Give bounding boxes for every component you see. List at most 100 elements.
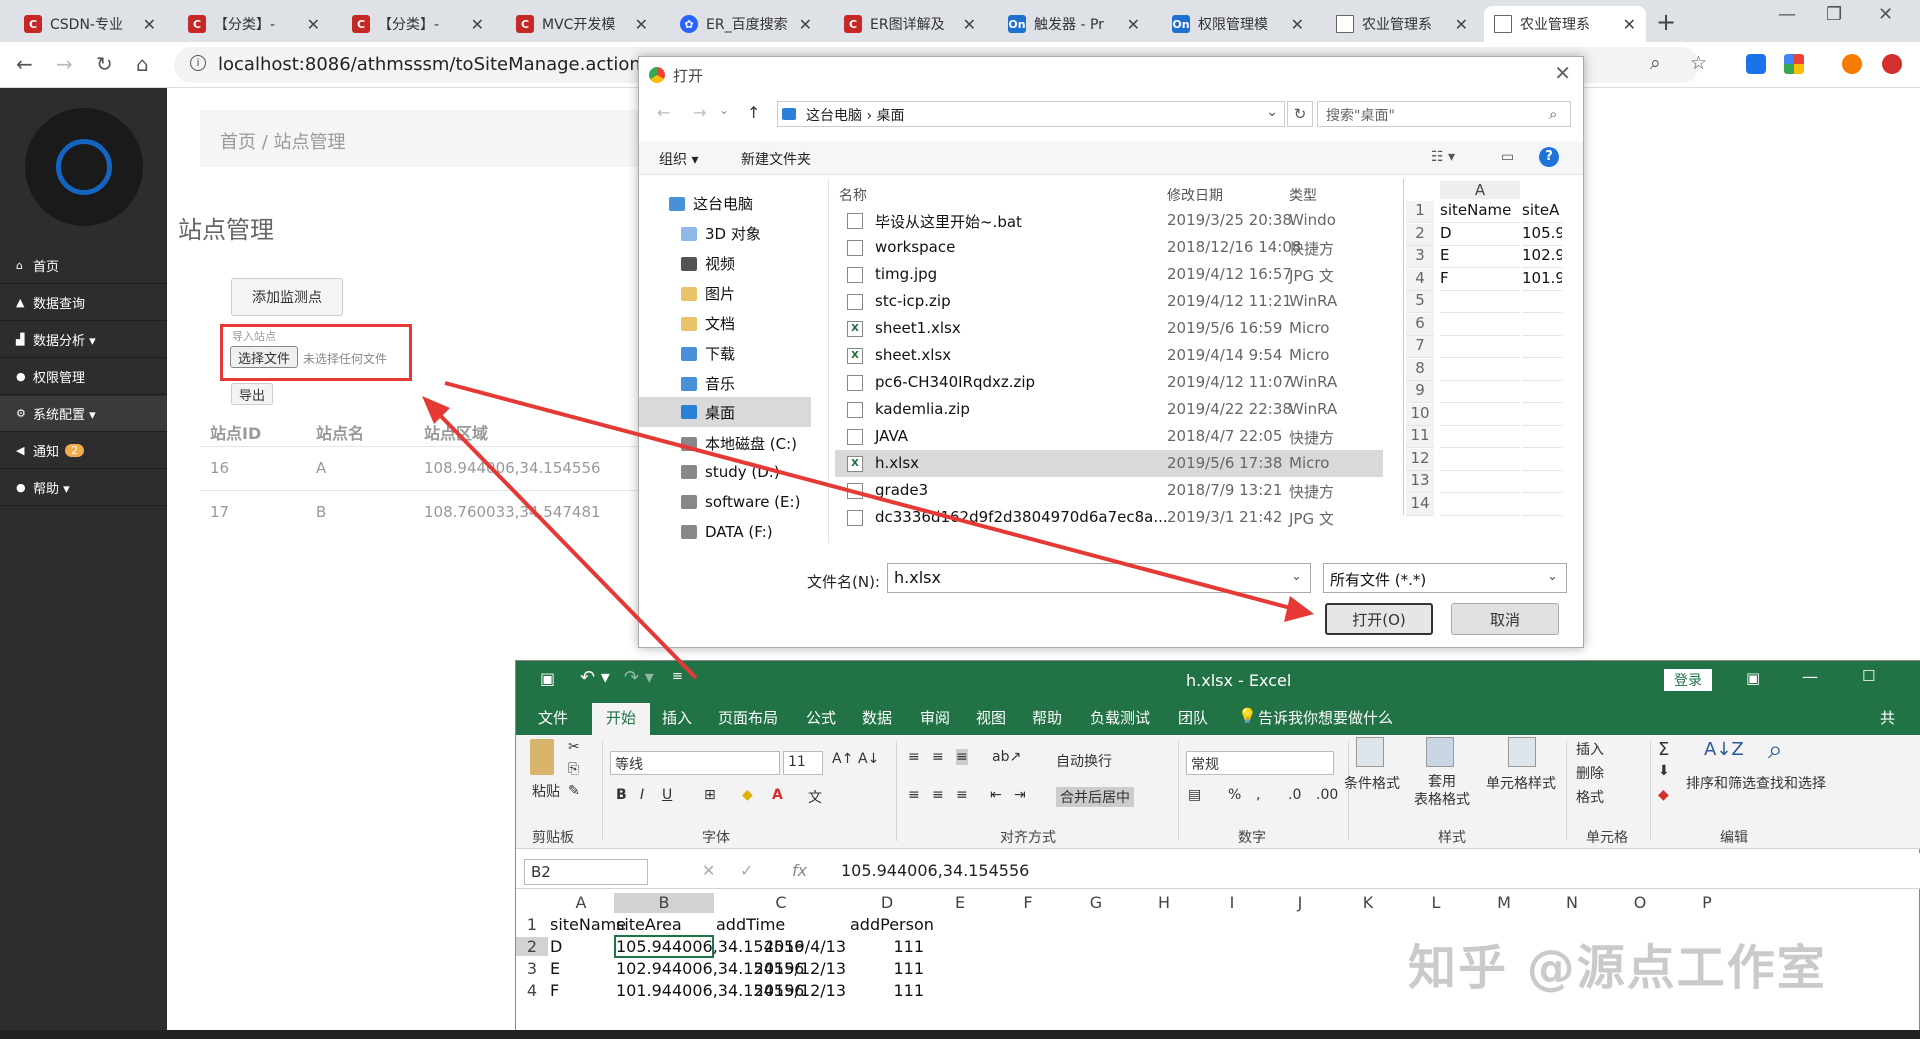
format-painter-icon[interactable]: ✎ [568, 783, 580, 799]
nav-item[interactable]: software (E:) [681, 493, 800, 511]
bold-button[interactable]: B [616, 787, 627, 803]
organize-button[interactable]: 组织 ▾ [659, 149, 698, 169]
confirm-entry-icon[interactable]: ✓ [740, 861, 753, 880]
decrease-decimal-icon[interactable]: .00 [1316, 787, 1338, 803]
open-button[interactable]: 打开(O) [1325, 603, 1433, 635]
sheet-cell[interactable]: 111 [850, 959, 924, 978]
column-header[interactable]: P [1674, 893, 1740, 913]
align-center-icon[interactable]: ≡ [932, 787, 944, 803]
dialog-address-bar[interactable]: 这台电脑 › 桌面 ⌄ [777, 101, 1285, 127]
sidebar-item-data-analysis[interactable]: ▟ 数据分析 ▾ [0, 322, 167, 358]
close-icon[interactable]: ✕ [963, 15, 976, 34]
wrap-text-button[interactable]: 自动换行 [1056, 751, 1112, 771]
find-select-button[interactable]: 查找和选择 [1756, 773, 1826, 793]
close-icon[interactable]: ✕ [1127, 15, 1140, 34]
sidebar-item-data-query[interactable]: ▲ 数据查询 [0, 285, 167, 321]
dialog-search-input[interactable]: 搜索"桌面" [1317, 101, 1571, 127]
new-folder-button[interactable]: 新建文件夹 [741, 149, 811, 169]
percent-button[interactable]: % [1228, 787, 1241, 803]
chevron-down-icon[interactable]: ⌄ [1291, 569, 1302, 584]
sheet-cell[interactable]: siteArea [616, 915, 712, 934]
sheet-cell[interactable]: siteName [550, 915, 626, 934]
up-icon[interactable]: ↑ [747, 103, 760, 122]
preview-pane-icon[interactable]: ▭ [1501, 149, 1514, 165]
browser-tab-active[interactable]: 农业管理系 ✕ [1484, 6, 1646, 42]
column-header[interactable]: K [1334, 893, 1402, 913]
info-icon[interactable]: i [190, 55, 206, 71]
column-header[interactable]: F [994, 893, 1062, 913]
file-row[interactable]: workspace 2018/12/16 14:08 快捷方 [835, 234, 1383, 261]
tell-me-search[interactable]: 告诉我你想要做什么 [1258, 707, 1393, 728]
tab-file[interactable]: 文件 [538, 707, 568, 728]
restore-icon[interactable]: ❐ [1826, 4, 1842, 25]
cell-style-icon[interactable] [1508, 737, 1536, 767]
sidebar-item-system-config[interactable]: ⚙ 系统配置 ▾ [0, 396, 167, 432]
align-middle-icon[interactable]: ≡ [932, 749, 944, 765]
tab-home[interactable]: 开始 [592, 703, 651, 735]
nav-item[interactable]: DATA (F:) [681, 523, 773, 541]
sheet-cell[interactable]: 105.944006,34.154556 [614, 935, 804, 958]
chevron-down-icon[interactable]: ⌄ [1266, 104, 1278, 120]
undo-icon[interactable]: ↶ ▾ [580, 667, 610, 688]
browser-tab[interactable]: C 【分类】- ✕ [178, 6, 330, 42]
column-header[interactable]: A [548, 893, 614, 913]
sheet-cell[interactable]: 2019/12/13 [716, 981, 846, 1000]
clear-icon[interactable]: ◆ [1658, 787, 1669, 803]
align-left-icon[interactable]: ≡ [908, 787, 920, 803]
column-header[interactable]: D [848, 893, 926, 913]
row-header[interactable]: 3 [516, 959, 548, 978]
home-icon[interactable]: ⌂ [136, 52, 149, 76]
browser-tab[interactable]: C 【分类】- ✕ [342, 6, 494, 42]
file-row[interactable]: kademlia.zip 2019/4/22 22:38 WinRA [835, 396, 1383, 423]
sheet-cell[interactable]: 2019/4/13 [716, 937, 846, 956]
close-icon[interactable]: ✕ [1291, 15, 1304, 34]
browser-tab[interactable]: C MVC开发模 ✕ [506, 6, 658, 42]
sidebar-item-help[interactable]: ● 帮助 ▾ [0, 470, 167, 506]
column-header[interactable]: L [1402, 893, 1470, 913]
sheet-cell[interactable]: addTime [716, 915, 846, 934]
redo-icon[interactable]: ↷ ▾ [624, 667, 654, 688]
column-header[interactable]: E [926, 893, 994, 913]
font-name-select[interactable]: 等线 [610, 751, 780, 775]
nav-item-selected[interactable]: 桌面 [639, 397, 811, 427]
window-close-icon[interactable]: ✕ [1878, 4, 1893, 25]
forward-icon[interactable]: → [56, 52, 73, 76]
cut-icon[interactable]: ✂ [568, 739, 580, 755]
nav-item[interactable]: 下载 [681, 343, 735, 364]
url-text[interactable]: localhost:8086/athmsssm/toSiteManage.act… [218, 54, 641, 75]
column-header[interactable]: 修改日期 [1167, 185, 1223, 205]
sheet-cell[interactable]: D [550, 937, 612, 956]
format-as-table-icon[interactable] [1426, 737, 1454, 767]
insert-function-icon[interactable]: fx [792, 861, 807, 880]
column-header[interactable]: M [1470, 893, 1538, 913]
nav-item[interactable]: 视频 [681, 253, 735, 274]
minimize-icon[interactable]: — [1802, 667, 1818, 686]
phonetic-icon[interactable]: 文 [808, 787, 822, 807]
column-header[interactable]: N [1538, 893, 1606, 913]
file-row[interactable]: timg.jpg 2019/4/12 16:57 JPG 文 [835, 261, 1383, 288]
back-icon[interactable]: ← [16, 52, 33, 76]
column-header[interactable]: B [614, 893, 714, 913]
help-icon[interactable]: ? [1539, 147, 1559, 167]
new-tab-icon[interactable]: + [1656, 8, 1676, 36]
sheet-cell[interactable]: 2019/12/13 [716, 959, 846, 978]
close-icon[interactable]: ✕ [1554, 61, 1571, 85]
add-station-button[interactable]: 添加监测点 [231, 278, 343, 316]
nav-item[interactable]: 文档 [681, 313, 735, 334]
export-button[interactable]: 导出 [231, 383, 273, 405]
currency-icon[interactable]: ▤ [1188, 787, 1201, 803]
sort-filter-button[interactable]: 排序和筛选 [1686, 773, 1756, 793]
sheet-cell[interactable]: E [550, 959, 612, 978]
browser-tab[interactable]: On 触发器 - Pr ✕ [998, 6, 1150, 42]
sheet-cell[interactable]: 102.944006,34.154556 [616, 959, 804, 978]
translate-extension-icon[interactable] [1746, 54, 1766, 74]
close-icon[interactable]: ✕ [1623, 15, 1636, 34]
chevron-down-icon[interactable]: ⌄ [1547, 569, 1558, 584]
nav-item[interactable]: 图片 [681, 283, 735, 304]
tab-data[interactable]: 数据 [862, 707, 892, 728]
border-icon[interactable]: ⊞ [704, 787, 716, 803]
decrease-indent-icon[interactable]: ⇤ [990, 787, 1002, 803]
column-header[interactable]: 名称 [839, 185, 867, 205]
sheet-cell[interactable]: addPerson [850, 915, 934, 934]
nav-item[interactable]: 本地磁盘 (C:) [681, 433, 797, 454]
